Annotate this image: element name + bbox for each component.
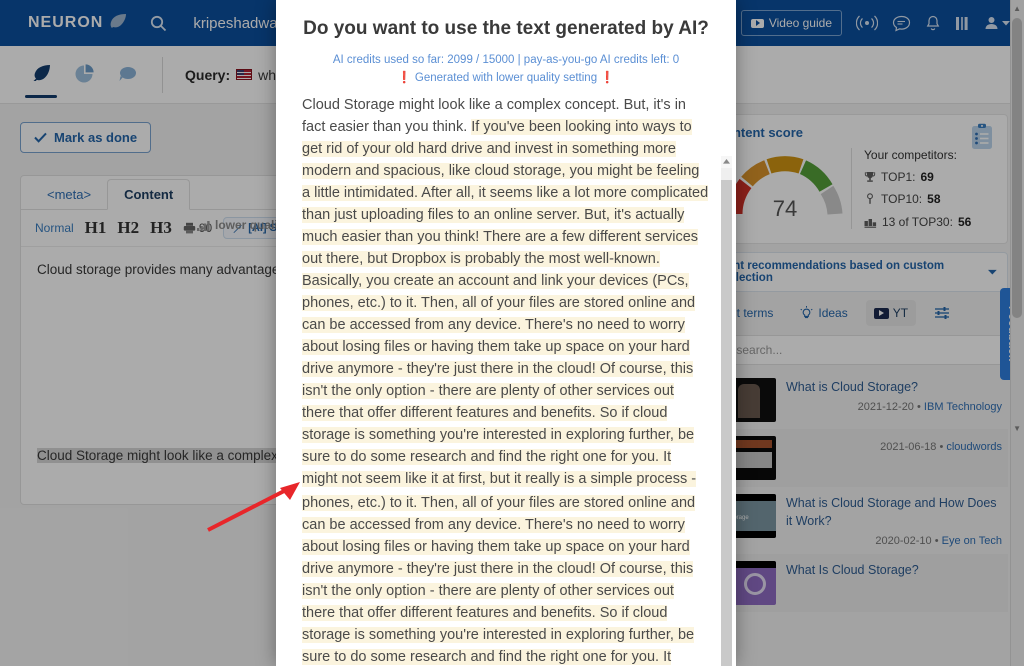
warning-mark-right: ❗ [600,71,615,84]
quality-warning-line: ❗ Generated with lower quality setting ❗ [298,70,714,88]
app-root: NEURON kripeshadwani.c rogram Video guid… [0,0,1024,666]
modal-header: Do you want to use the text generated by… [276,0,736,92]
quality-warning-text: Generated with lower quality setting [414,71,598,84]
credits-line: AI credits used so far: 2099 / 15000 | p… [332,54,680,66]
modal-scrollbar-thumb[interactable] [721,179,732,666]
modal-scrollbar-track[interactable] [721,167,732,666]
modal-scrollbar[interactable] [721,155,732,666]
generated-text-highlighted-2: phones, etc.) to it. Then, all of your f… [302,495,697,666]
modal-credits: AI credits used so far: 2099 / 15000 | p… [298,52,714,88]
generated-paragraph: Cloud Storage might look like a complex … [302,94,710,491]
modal-generated-text[interactable]: Cloud Storage might look like a complex … [276,92,736,666]
modal-title: Do you want to use the text generated by… [303,18,709,39]
scroll-up-icon[interactable] [721,155,732,168]
ai-text-modal: Do you want to use the text generated by… [276,0,736,666]
warning-mark-left: ❗ [397,71,412,84]
generated-text-highlighted: If you've been looking into ways to get … [302,118,709,488]
generated-paragraph-repeat: phones, etc.) to it. Then, all of your f… [302,492,710,666]
